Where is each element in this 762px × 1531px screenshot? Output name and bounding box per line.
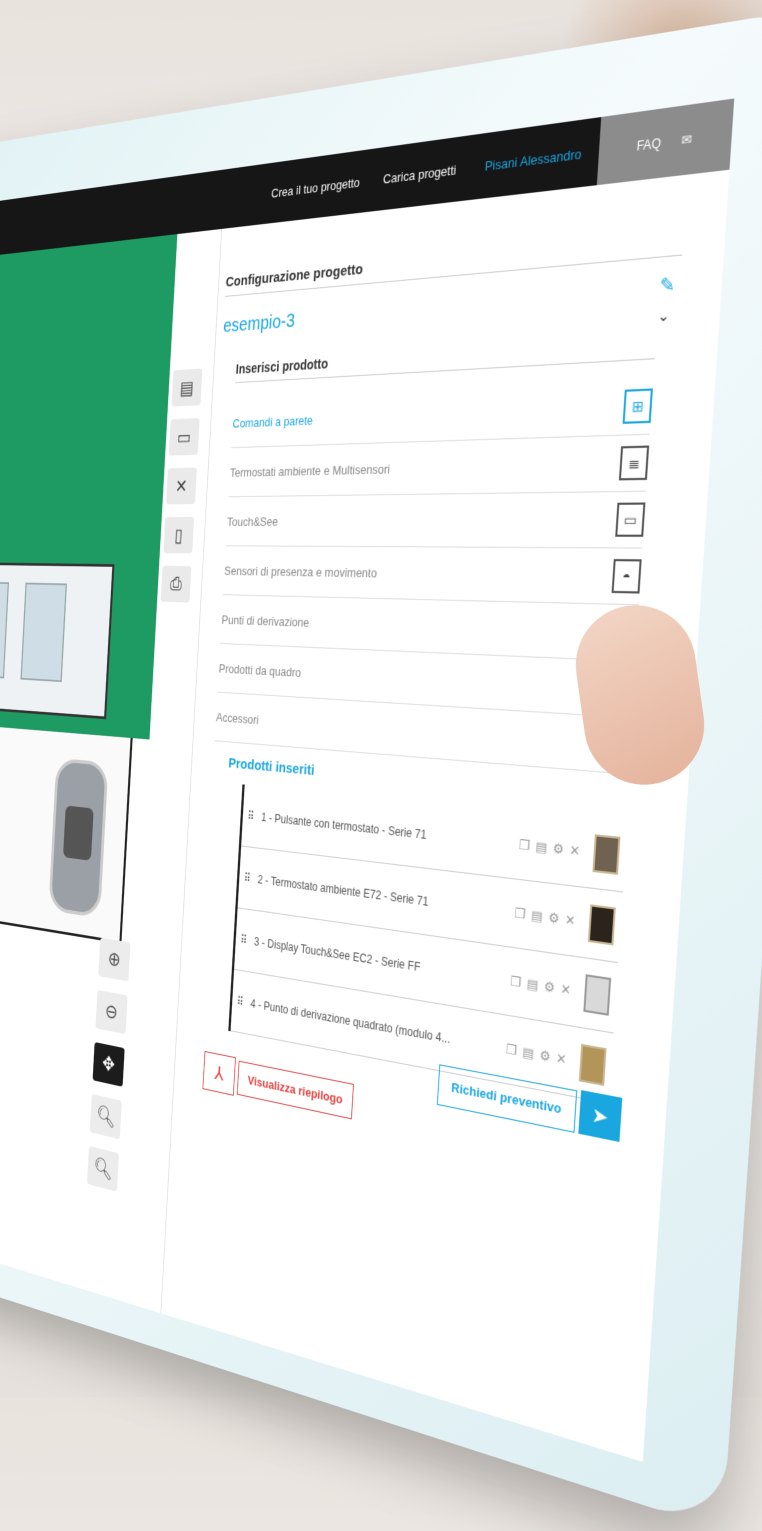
print-icon[interactable]: ⎙ [160,565,192,603]
row-actions: ❐ ▤ ⚙ ✕ [510,973,572,999]
zoom-controls: ⊕ ⊖ ✥ 🔍︎ 🔍︎ [86,937,131,1192]
drag-handle-icon[interactable]: ⠿ [243,809,262,824]
zoom-in-icon[interactable]: 🔍︎ [89,1094,122,1140]
car-icon [48,757,109,919]
product-thumbnail [592,834,621,875]
info-icon[interactable]: ▤ [522,1044,534,1062]
product-thumbnail [583,974,612,1016]
drag-handle-icon[interactable]: ⠿ [235,932,254,948]
room-plan [0,562,115,720]
category-label: Touch&See [226,514,279,529]
product-thumbnail [587,904,616,946]
project-name: esempio-3 [222,310,296,337]
category-label: Accessori [215,709,260,727]
close-icon[interactable]: ✕ [569,842,581,860]
inserted-list: ⠿ 1 - Pulsante con termostato - Serie 71… [228,784,628,1104]
category-label: Comandi a parete [232,412,314,431]
drag-handle-icon[interactable]: ⠿ [232,994,251,1010]
info-icon[interactable]: ▤ [526,976,538,994]
product-label: 1 - Pulsante con termostato - Serie 71 [260,810,427,842]
nav-load-projects[interactable]: Carica progetti [371,160,469,187]
faq-link[interactable]: FAQ [636,136,661,154]
move-icon[interactable]: ✥ [92,1042,125,1087]
save-icon[interactable]: ▤ [171,368,203,407]
pencil-icon[interactable]: ✎ [659,274,676,298]
minus-circle-icon[interactable]: ⊖ [95,989,128,1035]
nav-create-project[interactable]: Crea il tuo progetto [260,173,372,202]
close-icon[interactable]: ✕ [565,912,576,930]
copy-icon[interactable]: ❐ [510,973,522,991]
zoom-out-icon[interactable]: 🔍︎ [86,1145,119,1192]
chevron-down-icon[interactable]: ⌄ [657,306,670,325]
thermostat-icon: ≣ [618,445,650,481]
close-icon[interactable]: ✕ [166,467,197,505]
window-shape [20,582,67,683]
copy-icon[interactable]: ❐ [506,1041,518,1059]
category-label: Sensori di presenza e movimento [224,563,378,580]
summary-button[interactable]: ⅄ Visualizza riepilogo [202,1051,355,1121]
drag-handle-icon[interactable]: ⠿ [239,870,258,885]
row-actions: ❐ ▤ ⚙ ✕ [506,1041,567,1068]
row-actions: ❐ ▤ ⚙ ✕ [514,905,576,929]
product-label: 2 - Termostato ambiente E72 - Serie 71 [257,872,429,909]
info-icon[interactable]: ▤ [531,907,544,925]
gear-icon[interactable]: ⚙ [552,840,564,858]
plus-circle-icon[interactable]: ⊕ [98,937,131,982]
close-icon[interactable]: ✕ [560,981,571,999]
category-label: Prodotti da quadro [218,660,302,680]
config-title: Configurazione progetto [224,229,684,297]
trash-icon[interactable]: ▯ [163,516,195,554]
copy-icon[interactable]: ❐ [519,837,531,855]
config-panel: Configurazione progetto esempio-3 ✎ ⌄ In… [168,172,709,1456]
send-icon: ➤ [578,1090,623,1142]
mail-icon[interactable]: ✉ [681,132,692,149]
row-actions: ❐ ▤ ⚙ ✕ [519,837,581,860]
pdf-icon: ⅄ [202,1051,236,1096]
category-label: Punti di derivazione [221,612,310,630]
nav-user-name[interactable]: Pisani Alessandro [468,143,599,175]
category-label: Termostati ambiente e Multisensori [229,461,391,480]
copy-icon[interactable]: ❐ [514,905,526,923]
category-item[interactable]: Touch&See ▭ [225,491,647,549]
sensor-icon: ◓ [611,559,642,594]
info-icon[interactable]: ▤ [535,839,548,857]
close-icon[interactable]: ✕ [556,1050,567,1068]
folder-icon[interactable]: ▭ [168,418,200,456]
gear-icon[interactable]: ⚙ [548,910,560,928]
inserted-title: Prodotti inseriti [228,755,315,779]
window-shape [0,581,10,679]
display-icon: ▭ [615,502,646,537]
summary-label: Visualizza riepilogo [236,1060,355,1120]
gear-icon[interactable]: ⚙ [539,1047,551,1065]
grid-icon: ⊞ [622,388,653,424]
gear-icon[interactable]: ⚙ [543,978,555,996]
product-thumbnail [578,1043,607,1086]
insert-title: Inserisci prodotto [235,334,657,384]
